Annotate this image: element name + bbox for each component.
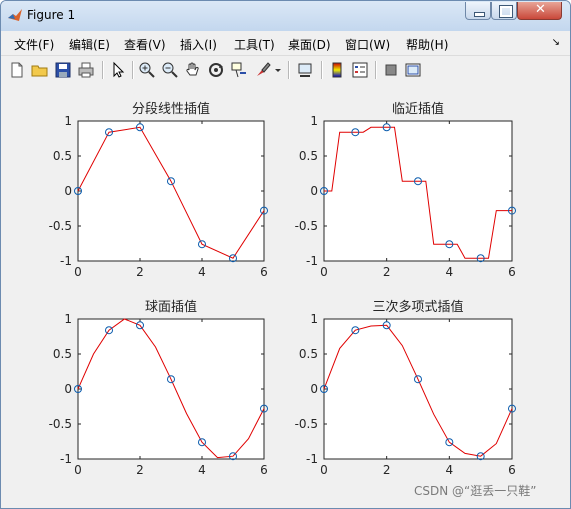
watermark: CSDN @“逛丢一只鞋”	[414, 484, 537, 498]
y-tick-label: 0.5	[53, 149, 72, 163]
y-tick-label: -1	[60, 254, 72, 268]
brush-icon[interactable]	[254, 61, 272, 79]
hide-plot-tools-icon[interactable]	[382, 61, 400, 79]
menu-bar: 文件(F) 编辑(E) 查看(V) 插入(I) 工具(T) 桌面(D) 窗口(W…	[1, 31, 570, 55]
y-tick-label: 1	[310, 312, 318, 326]
title-bar: Figure 1 ✕	[1, 1, 570, 31]
x-tick-label: 2	[383, 463, 391, 477]
x-tick-label: 0	[320, 265, 328, 279]
menu-overflow-icon[interactable]: ↘	[552, 37, 560, 48]
subplot-title: 三次多项式插值	[372, 299, 463, 315]
y-tick-label: -0.5	[295, 417, 318, 431]
axes-box	[323, 120, 513, 262]
y-tick-label: 1	[64, 312, 72, 326]
subplot-2: 临近插值 0 2 4 6 1 0.5 0 -0.5 -1	[295, 101, 516, 279]
subplot-1: 分段线性插值 0 2 4 6 1 0.5 0 -0.5 -1	[49, 101, 268, 279]
x-tick-label: 0	[320, 463, 328, 477]
y-tick-label: -1	[306, 254, 318, 268]
print-icon[interactable]	[77, 61, 95, 79]
y-tick-label: 0.5	[299, 149, 318, 163]
toolbar-separator	[375, 61, 377, 79]
show-plot-tools-icon[interactable]	[404, 61, 422, 79]
matlab-app-icon[interactable]	[7, 7, 23, 23]
toolbar-separator	[288, 61, 290, 79]
zoom-out-icon[interactable]	[161, 61, 179, 79]
link-plot-icon[interactable]	[296, 61, 314, 79]
minimize-icon	[474, 12, 485, 17]
x-tick-label: 6	[260, 463, 268, 477]
toolbar-separator	[132, 61, 134, 79]
y-tick-label: 0.5	[53, 347, 72, 361]
new-figure-icon[interactable]	[8, 61, 26, 79]
close-icon: ✕	[535, 2, 546, 17]
x-tick-label: 4	[446, 265, 454, 279]
y-tick-label: 0	[310, 184, 318, 198]
open-file-icon[interactable]	[31, 61, 49, 79]
pan-hand-icon[interactable]	[184, 61, 202, 79]
x-tick-label: 0	[74, 463, 82, 477]
minimize-button[interactable]	[465, 2, 491, 20]
figure-window: Figure 1 ✕ 文件(F) 编辑(E) 查看(V) 插入(I) 工具(T)…	[0, 0, 571, 509]
window-title: Figure 1	[27, 8, 76, 22]
figure-toolbar	[1, 55, 570, 85]
menu-file[interactable]: 文件(F)	[14, 36, 54, 53]
menu-tools[interactable]: 工具(T)	[234, 36, 275, 53]
maximize-icon	[499, 5, 513, 18]
subplot-title: 分段线性插值	[132, 101, 210, 117]
x-tick-label: 2	[136, 265, 144, 279]
brush-dropdown-icon[interactable]	[273, 61, 283, 79]
x-tick-label: 0	[74, 265, 82, 279]
x-tick-label: 4	[446, 463, 454, 477]
y-tick-label: 0	[64, 382, 72, 396]
zoom-in-icon[interactable]	[138, 61, 156, 79]
y-tick-label: -0.5	[295, 219, 318, 233]
y-tick-label: -1	[60, 452, 72, 466]
toolbar-separator	[102, 61, 104, 79]
maximize-button[interactable]	[491, 2, 517, 20]
y-tick-label: 1	[64, 114, 72, 128]
colorbar-icon[interactable]	[328, 61, 346, 79]
x-tick-label: 2	[136, 463, 144, 477]
subplot-3: 球面插值 0 2 4 6 1 0.5 0 -0.5 -1	[49, 299, 268, 477]
close-button[interactable]: ✕	[517, 2, 562, 20]
menu-insert[interactable]: 插入(I)	[180, 36, 217, 53]
x-tick-label: 6	[260, 265, 268, 279]
subplot-title: 临近插值	[392, 101, 444, 117]
menu-edit[interactable]: 编辑(E)	[69, 36, 110, 53]
x-tick-label: 4	[198, 265, 206, 279]
x-tick-label: 2	[383, 265, 391, 279]
menu-help[interactable]: 帮助(H)	[406, 36, 448, 53]
subplot-4: 三次多项式插值 0 2 4 6 1 0.5 0 -0.5 -1	[295, 299, 516, 477]
legend-icon[interactable]	[351, 61, 369, 79]
rotate-3d-icon[interactable]	[207, 61, 225, 79]
subplots-canvas: 分段线性插值 0 2 4 6 1 0.5 0 -0.5 -1 临近插值 0 2 4 6 1 0.5 0 -0.5 -1…	[49, 101, 516, 477]
y-tick-label: 0	[310, 382, 318, 396]
axes-box	[77, 318, 265, 460]
y-tick-label: 1	[310, 114, 318, 128]
menu-window[interactable]: 窗口(W)	[345, 36, 390, 53]
menu-desktop[interactable]: 桌面(D)	[288, 36, 331, 53]
y-tick-label: -0.5	[49, 219, 72, 233]
pointer-icon[interactable]	[109, 61, 127, 79]
x-tick-label: 6	[508, 463, 516, 477]
menu-view[interactable]: 查看(V)	[124, 36, 166, 53]
axes-box	[323, 318, 513, 460]
x-tick-label: 4	[198, 463, 206, 477]
subplot-title: 球面插值	[145, 299, 197, 315]
y-tick-label: -1	[306, 452, 318, 466]
y-tick-label: -0.5	[49, 417, 72, 431]
y-tick-label: 0	[64, 184, 72, 198]
x-tick-label: 6	[508, 265, 516, 279]
figure-canvas: 分段线性插值 0 2 4 6 1 0.5 0 -0.5 -1 临近插值 0 2 4 6 1 0.5 0 -0.5 -1…	[1, 84, 570, 508]
toolbar-separator	[321, 61, 323, 79]
save-icon[interactable]	[54, 61, 72, 79]
y-tick-label: 0.5	[299, 347, 318, 361]
data-cursor-icon[interactable]	[230, 61, 248, 79]
axes-box	[77, 120, 265, 262]
